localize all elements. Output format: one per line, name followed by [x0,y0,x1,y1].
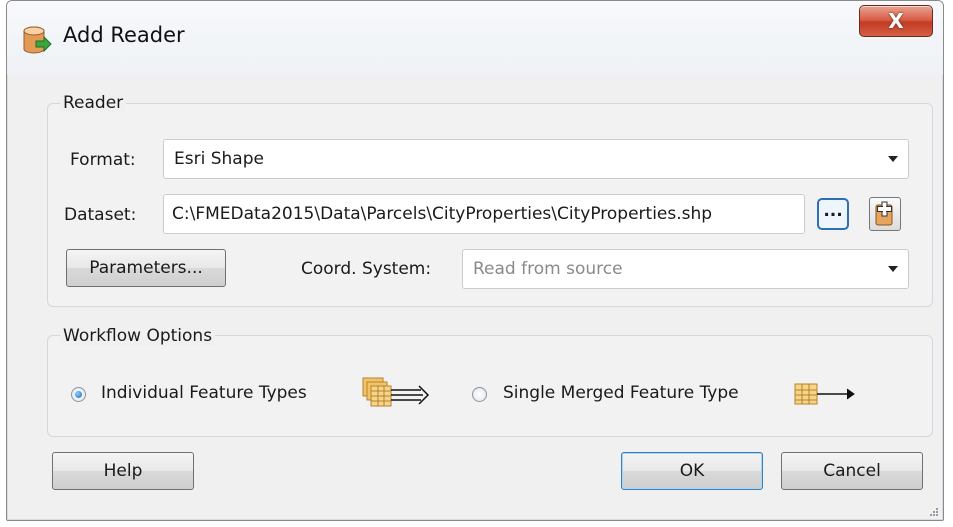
title-bar: Add Reader X [7,1,943,75]
format-label: Format: [70,150,136,170]
workflow-group-legend: Workflow Options [60,326,216,346]
stacked-tables-arrow-icon [362,377,430,407]
ok-button[interactable]: OK [621,452,763,490]
parameters-label: Parameters... [89,258,203,278]
format-dropdown[interactable]: Esri Shape [163,139,909,179]
coord-system-value: Read from source [473,259,623,279]
window-title: Add Reader [63,23,185,47]
chevron-down-icon [888,156,898,162]
add-file-icon [875,201,893,226]
coord-system-label: Coord. System: [301,259,432,279]
help-label: Help [103,461,143,481]
individual-feature-types-radio[interactable] [71,387,86,402]
dataset-label: Dataset: [64,205,137,225]
single-merged-feature-type-radio[interactable] [472,387,487,402]
resize-grip-icon[interactable] [929,507,939,517]
add-dataset-button[interactable] [869,197,901,231]
cancel-label: Cancel [823,461,881,481]
cancel-button[interactable]: Cancel [781,452,923,490]
ellipsis-icon: ... [823,201,843,221]
close-icon: X [888,9,904,33]
database-add-icon [23,26,52,54]
help-button[interactable]: Help [52,452,194,490]
format-value: Esri Shape [174,149,264,169]
single-merged-feature-type-label[interactable]: Single Merged Feature Type [503,383,739,403]
chevron-down-icon [888,266,898,272]
table-arrow-icon [794,383,855,405]
dataset-input[interactable]: C:\FMEData2015\Data\Parcels\CityProperti… [163,194,805,234]
parameters-button[interactable]: Parameters... [66,249,226,287]
dataset-value: C:\FMEData2015\Data\Parcels\CityProperti… [172,204,713,224]
add-reader-dialog: Add Reader X Reader Format: Esri Shape D… [6,0,944,521]
browse-dataset-button[interactable]: ... [817,198,849,230]
coord-system-dropdown[interactable]: Read from source [462,249,909,289]
close-button[interactable]: X [859,5,933,37]
reader-group-legend: Reader [60,93,127,113]
individual-feature-types-label[interactable]: Individual Feature Types [101,383,307,403]
ok-label: OK [679,461,705,481]
